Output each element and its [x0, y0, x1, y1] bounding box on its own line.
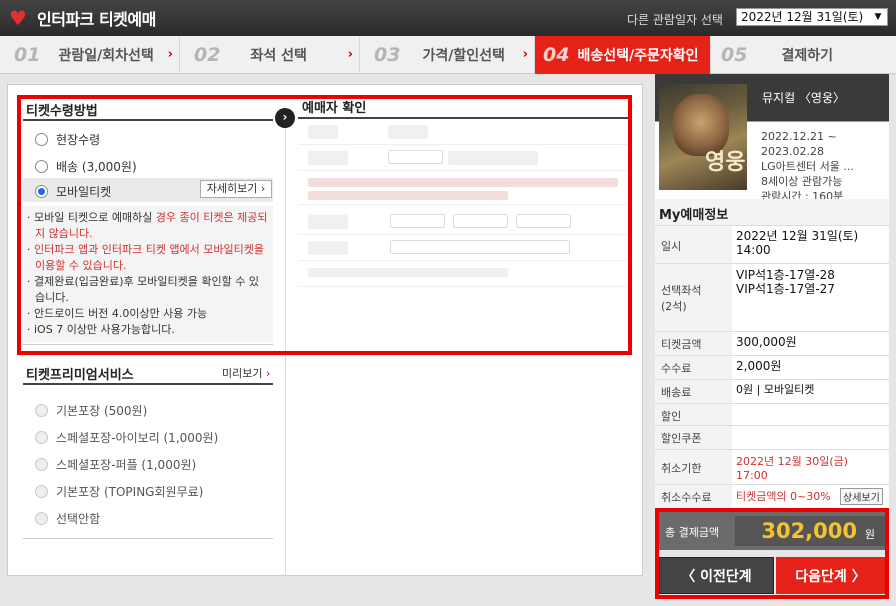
step-5[interactable]: 05 결제하기	[711, 36, 896, 74]
step-1[interactable]: 01 관람일/회차선택 ›	[0, 36, 180, 74]
date-label: 다른 관람일자 선택	[627, 13, 723, 27]
chevron-down-icon: ▼	[874, 12, 882, 22]
highlight-box	[655, 508, 889, 599]
divider	[23, 383, 273, 385]
logo: ♥ 인터파크 티켓예매	[9, 6, 156, 30]
premium-option[interactable]: 기본포장 (500원)	[35, 402, 147, 419]
date-select[interactable]: 2022년 12월 31일(토) ▼	[736, 8, 888, 26]
divider	[23, 538, 273, 539]
info-row: 일시 2022년 12월 31일(토) 14:00	[655, 225, 889, 263]
radio-icon	[35, 404, 48, 417]
poster-image: 영웅	[659, 84, 747, 190]
radio-icon	[35, 485, 48, 498]
my-info-title: My예매정보	[655, 199, 889, 225]
preview-link[interactable]: 미리보기 ›	[222, 365, 270, 381]
info-row: 수수료 2,000원	[655, 355, 889, 379]
heart-icon: ♥	[9, 6, 27, 30]
step-2[interactable]: 02 좌석 선택 ›	[180, 36, 360, 74]
show-title: 뮤지컬 〈영웅〉	[762, 91, 846, 105]
info-row: 선택좌석 (2석) VIP석1층-17열-28 VIP석1층-17열-27	[655, 263, 889, 331]
premium-option[interactable]: 스페셜포장-아이보리 (1,000원)	[35, 429, 218, 446]
step-bar: 01 관람일/회차선택 › 02 좌석 선택 › 03 가격/할인선택 › 04…	[0, 36, 896, 74]
premium-option[interactable]: 스페셜포장-퍼플 (1,000원)	[35, 456, 196, 473]
chevron-right-icon: ›	[522, 47, 528, 62]
info-row: 할인쿠폰	[655, 425, 889, 449]
info-row: 취소수수료 티켓금액의 0~30% 상세보기	[655, 484, 889, 508]
radio-icon	[35, 512, 48, 525]
info-row: 할인	[655, 403, 889, 425]
chevron-right-icon: ›	[167, 47, 173, 62]
logo-text: 인터파크 티켓예매	[37, 10, 156, 29]
top-header: ♥ 인터파크 티켓예매 다른 관람일자 선택 2022년 12월 31일(토) …	[0, 0, 896, 36]
radio-icon	[35, 458, 48, 471]
highlight-box	[17, 95, 632, 355]
chevron-right-icon: ›	[347, 47, 353, 62]
premium-option[interactable]: 선택안함	[35, 510, 100, 527]
info-row: 티켓금액 300,000원	[655, 331, 889, 355]
cancel-fee-detail-button[interactable]: 상세보기	[840, 488, 883, 505]
info-row: 취소기한 2022년 12월 30일(금) 17:00	[655, 449, 889, 484]
chevron-right-icon: ›	[265, 367, 271, 380]
premium-option[interactable]: 기본포장 (TOPING회원무료)	[35, 483, 203, 500]
premium-title: 티켓프리미엄서비스	[26, 368, 134, 383]
radio-icon	[35, 431, 48, 444]
step-4[interactable]: 04 배송선택/주문자확인	[535, 36, 711, 74]
info-row: 배송료 0원 | 모바일티켓	[655, 379, 889, 403]
show-info: 2022.12.21 ~ 2023.02.28 LG아트센터 서울 ... 8세…	[761, 130, 854, 203]
step-3[interactable]: 03 가격/할인선택 ›	[360, 36, 535, 74]
